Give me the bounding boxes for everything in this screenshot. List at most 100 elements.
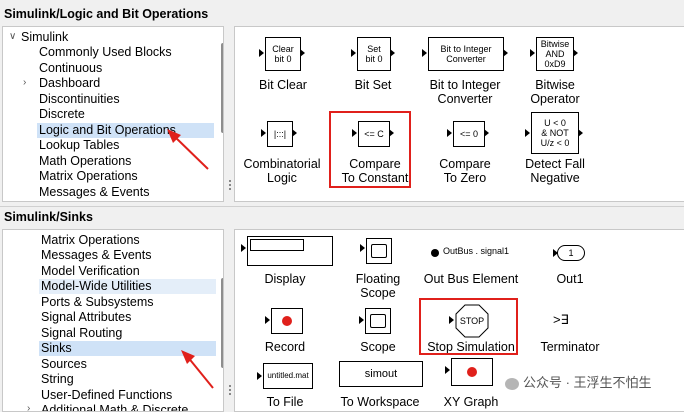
tree-item-additional-math[interactable]: Additional Math & Discrete bbox=[41, 403, 188, 411]
bottom-splitter[interactable] bbox=[229, 385, 232, 397]
tree-item-dashboard[interactable]: Dashboard bbox=[39, 76, 100, 91]
input-port-icon bbox=[360, 244, 365, 252]
detect-fall-negative-block[interactable]: U < 0 & NOT U/z < 0 bbox=[531, 112, 579, 154]
bit-clear-label: Bit Clear bbox=[259, 78, 307, 92]
bit-to-integer-icon-text: Bit to Integer Converter bbox=[440, 44, 492, 64]
red-arrow-icon bbox=[181, 350, 214, 389]
tree-item-user-defined[interactable]: User-Defined Functions bbox=[41, 388, 172, 403]
bottom-section-header: Simulink/Sinks bbox=[0, 206, 684, 226]
bit-set-label: Bit Set bbox=[354, 78, 392, 92]
output-port-icon bbox=[484, 129, 489, 137]
to-file-label: To File bbox=[266, 395, 304, 409]
tree-item-label: Model-Wide Utilities bbox=[41, 279, 152, 293]
top-library-tree[interactable]: ∨ Simulink Commonly Used Blocks Continuo… bbox=[2, 26, 224, 202]
top-tree-scrollbar[interactable] bbox=[221, 43, 223, 133]
watermark: 公众号 · 王浮生不怕生 bbox=[505, 372, 652, 391]
output-port-icon bbox=[503, 49, 508, 57]
chevron-right-icon[interactable]: › bbox=[23, 77, 26, 88]
tree-item-matrix-operations[interactable]: Matrix Operations bbox=[39, 169, 138, 184]
bit-set-block[interactable]: Set bit 0 bbox=[357, 37, 391, 71]
scope-screen-icon bbox=[371, 244, 387, 258]
out1-icon-text: 1 bbox=[568, 248, 574, 258]
bit-to-integer-block[interactable]: Bit to Integer Converter bbox=[428, 37, 504, 71]
compare-to-zero-label: Compare To Zero bbox=[439, 157, 491, 185]
tree-item-messages-events[interactable]: Messages & Events bbox=[41, 248, 151, 263]
tree-item-ports-subsystems[interactable]: Ports & Subsystems bbox=[41, 295, 154, 310]
display-label: Display bbox=[264, 272, 306, 286]
bitwise-operator-label: Bitwise Operator bbox=[530, 78, 580, 106]
output-port-icon bbox=[300, 49, 305, 57]
input-port-icon bbox=[261, 129, 266, 137]
tree-item-string[interactable]: String bbox=[41, 372, 74, 387]
input-port-icon bbox=[257, 372, 262, 380]
scope-label: Scope bbox=[360, 340, 396, 354]
floating-scope-block[interactable] bbox=[366, 238, 392, 264]
record-label: Record bbox=[264, 340, 306, 354]
outbus-dot-icon bbox=[431, 249, 439, 257]
input-port-icon bbox=[351, 49, 356, 57]
highlight-box bbox=[419, 298, 518, 355]
to-file-icon-text: untitled.mat bbox=[267, 371, 309, 380]
out1-block[interactable]: 1 bbox=[557, 245, 585, 261]
input-port-icon bbox=[359, 316, 364, 324]
output-port-icon bbox=[578, 129, 583, 137]
out-bus-element-label: Out Bus Element bbox=[423, 272, 519, 286]
floating-scope-label: Floating Scope bbox=[355, 272, 401, 300]
watermark-text: 公众号 · 王浮生不怕生 bbox=[523, 375, 652, 390]
tree-item-simulink[interactable]: Simulink bbox=[21, 30, 68, 45]
tree-item-discontinuities[interactable]: Discontinuities bbox=[39, 92, 120, 107]
tree-item-discrete[interactable]: Discrete bbox=[39, 107, 85, 122]
tree-item-messages-events[interactable]: Messages & Events bbox=[39, 185, 149, 200]
input-port-icon bbox=[447, 129, 452, 137]
bottom-block-palette[interactable]: Display Floating Scope OutBus . signal1 … bbox=[234, 229, 684, 412]
input-port-icon bbox=[241, 244, 246, 252]
outbus-signal-text: OutBus . signal1 bbox=[443, 246, 510, 256]
tree-item-math-operations[interactable]: Math Operations bbox=[39, 154, 131, 169]
top-splitter[interactable] bbox=[229, 180, 232, 192]
bit-clear-block[interactable]: Clear bit 0 bbox=[265, 37, 301, 71]
bitwise-operator-block[interactable]: Bitwise AND 0xD9 bbox=[536, 37, 574, 71]
bit-to-integer-label: Bit to Integer Converter bbox=[429, 78, 501, 106]
tree-item-signal-routing[interactable]: Signal Routing bbox=[41, 326, 122, 341]
display-screen-icon bbox=[250, 239, 304, 251]
highlight-box bbox=[329, 111, 411, 188]
tree-item-sources[interactable]: Sources bbox=[41, 357, 87, 372]
to-workspace-icon-text: simout bbox=[364, 368, 398, 380]
tree-item-model-verification[interactable]: Model Verification bbox=[41, 264, 140, 279]
combinatorial-logic-label: Combinatorial Logic bbox=[243, 157, 321, 185]
detect-fall-negative-label: Detect Fall Negative bbox=[525, 157, 585, 185]
xy-graph-label: XY Graph bbox=[443, 395, 499, 409]
input-port-icon bbox=[265, 316, 270, 324]
compare-zero-icon-text: <= 0 bbox=[459, 129, 479, 139]
tree-item-label: Sinks bbox=[41, 341, 72, 355]
input-port-icon bbox=[422, 49, 427, 57]
output-port-icon bbox=[573, 49, 578, 57]
input-port-icon bbox=[445, 366, 450, 374]
tree-item-commonly-used[interactable]: Commonly Used Blocks bbox=[39, 45, 172, 60]
combinatorial-logic-block[interactable]: |:::| bbox=[267, 121, 293, 147]
scope-screen-icon bbox=[370, 314, 386, 328]
tree-item-signal-attributes[interactable]: Signal Attributes bbox=[41, 310, 131, 325]
tree-item-model-wide-utilities[interactable]: Model-Wide Utilities bbox=[39, 279, 216, 294]
chevron-right-icon[interactable]: › bbox=[27, 403, 30, 411]
chevron-down-icon[interactable]: ∨ bbox=[9, 31, 16, 42]
combinatorial-icon-text: |:::| bbox=[273, 129, 287, 139]
tree-item-continuous[interactable]: Continuous bbox=[39, 61, 102, 76]
to-file-block[interactable]: untitled.mat bbox=[263, 363, 313, 389]
to-workspace-label: To Workspace bbox=[340, 395, 420, 409]
tree-item-matrix-operations[interactable]: Matrix Operations bbox=[41, 233, 140, 248]
display-block[interactable] bbox=[247, 236, 333, 266]
to-workspace-block[interactable]: simout bbox=[339, 361, 423, 387]
bottom-library-tree[interactable]: Matrix Operations Messages & Events Mode… bbox=[2, 229, 224, 412]
scope-block[interactable] bbox=[365, 308, 391, 334]
compare-to-zero-block[interactable]: <= 0 bbox=[453, 121, 485, 147]
top-block-palette[interactable]: Clear bit 0 Bit Clear Set bit 0 Bit Set … bbox=[234, 26, 684, 202]
output-port-icon bbox=[390, 49, 395, 57]
tree-item-lookup-tables[interactable]: Lookup Tables bbox=[39, 138, 119, 153]
out1-label: Out1 bbox=[556, 272, 584, 286]
output-port-icon bbox=[292, 129, 297, 137]
wechat-icon bbox=[505, 377, 519, 390]
record-block[interactable] bbox=[271, 308, 303, 334]
xy-graph-block[interactable] bbox=[451, 358, 493, 386]
terminator-icon[interactable]: >∃ bbox=[553, 312, 569, 328]
